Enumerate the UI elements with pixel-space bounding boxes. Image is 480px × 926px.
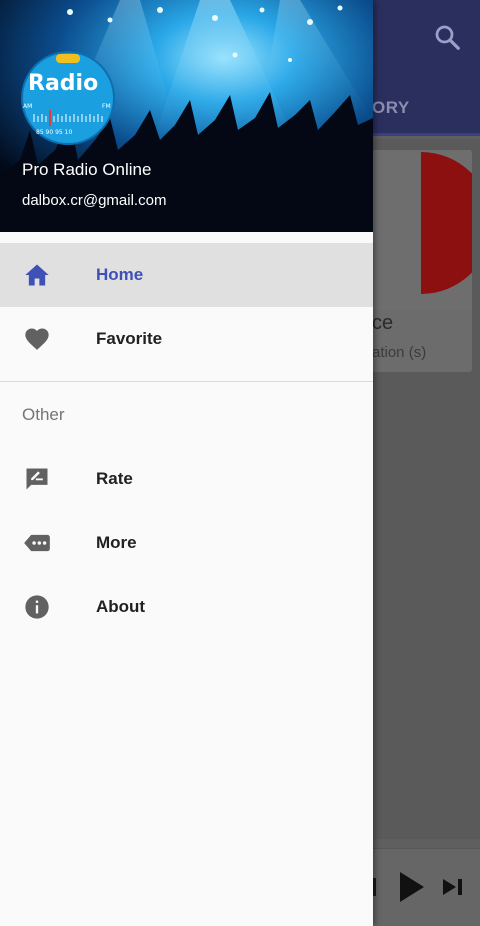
menu-item-rate[interactable]: Rate (0, 447, 373, 511)
card-title: ce (372, 312, 394, 334)
section-label-other: Other (22, 405, 65, 424)
logo-scale: 85 90 95 10 (36, 129, 72, 136)
logo-band-left: AM (23, 103, 32, 110)
home-icon (25, 264, 49, 286)
info-icon (25, 595, 49, 619)
navigation-drawer: Radio AM FM 85 90 95 10 Pro Radio Online… (0, 0, 373, 926)
menu-item-about[interactable]: About (0, 575, 373, 639)
card-subtitle: ation (s) (372, 344, 427, 361)
play-icon[interactable] (398, 870, 426, 904)
logo-band-right: FM (102, 103, 111, 110)
heart-icon (25, 328, 49, 350)
app-name: Pro Radio Online (22, 160, 152, 179)
menu-item-more[interactable]: More (0, 511, 373, 575)
tab-category[interactable]: ORY (372, 98, 410, 118)
menu-label-more: More (96, 533, 137, 552)
skip-next-icon[interactable] (442, 878, 464, 896)
radio-logo: Radio AM FM 85 90 95 10 (21, 51, 115, 145)
rate-review-icon (26, 468, 48, 490)
primary-menu: Home Favorite (0, 243, 373, 371)
menu-item-favorite[interactable]: Favorite (0, 307, 373, 371)
search-icon[interactable] (432, 22, 462, 52)
menu-label-about: About (96, 597, 146, 616)
more-tag-icon (24, 534, 50, 552)
menu-label-rate: Rate (96, 469, 133, 488)
logo-text: Radio (28, 71, 98, 96)
drawer-header: Radio AM FM 85 90 95 10 Pro Radio Online… (0, 0, 373, 232)
menu-label-home: Home (96, 265, 144, 284)
flag-icon (421, 152, 472, 294)
secondary-menu: Rate More About (0, 447, 373, 639)
menu-label-favorite: Favorite (96, 329, 163, 348)
account-email: dalbox.cr@gmail.com (22, 192, 167, 209)
menu-item-home[interactable]: Home (0, 243, 373, 307)
menu-divider (0, 381, 373, 382)
